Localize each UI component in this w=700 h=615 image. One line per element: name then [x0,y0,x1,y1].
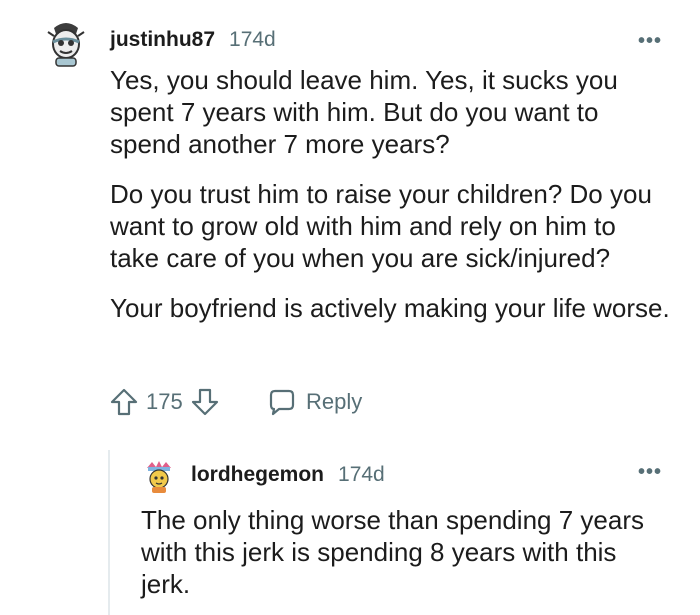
comment-paragraph: Your boyfriend is actively making your l… [110,293,670,323]
more-options-icon[interactable]: ••• [638,461,662,484]
reply-label: Reply [306,389,363,414]
comment-paragraph: Yes, you should leave him. Yes, it sucks… [110,65,618,159]
timestamp[interactable]: 174d [338,463,385,487]
avatar-lordhegemon-icon [141,458,177,494]
comment-header: lordhegemon 174d [191,463,385,487]
downvote-icon[interactable] [189,386,221,418]
username[interactable]: lordhegemon [191,463,324,487]
comment-header: justinhu87 174d [110,28,276,52]
upvote-icon[interactable] [108,386,140,418]
thread-line[interactable] [108,450,110,615]
avatar-justinhu87-icon [38,14,94,70]
user-avatar[interactable] [141,458,177,494]
reply-icon [266,386,298,418]
more-options-icon[interactable]: ••• [638,30,662,53]
vote-bar: 175 [108,386,221,418]
comment-paragraph: Do you trust him to raise your children?… [110,179,652,273]
username[interactable]: justinhu87 [110,28,215,52]
comment-body: The only thing worse than spending 7 yea… [141,504,671,600]
comment-body: Yes, you should leave him. Yes, it sucks… [110,64,670,324]
vote-count: 175 [146,389,183,414]
comment-paragraph: The only thing worse than spending 7 yea… [141,505,644,599]
timestamp[interactable]: 174d [229,28,276,52]
reply-button[interactable]: Reply [266,386,362,418]
user-avatar[interactable] [38,14,94,70]
